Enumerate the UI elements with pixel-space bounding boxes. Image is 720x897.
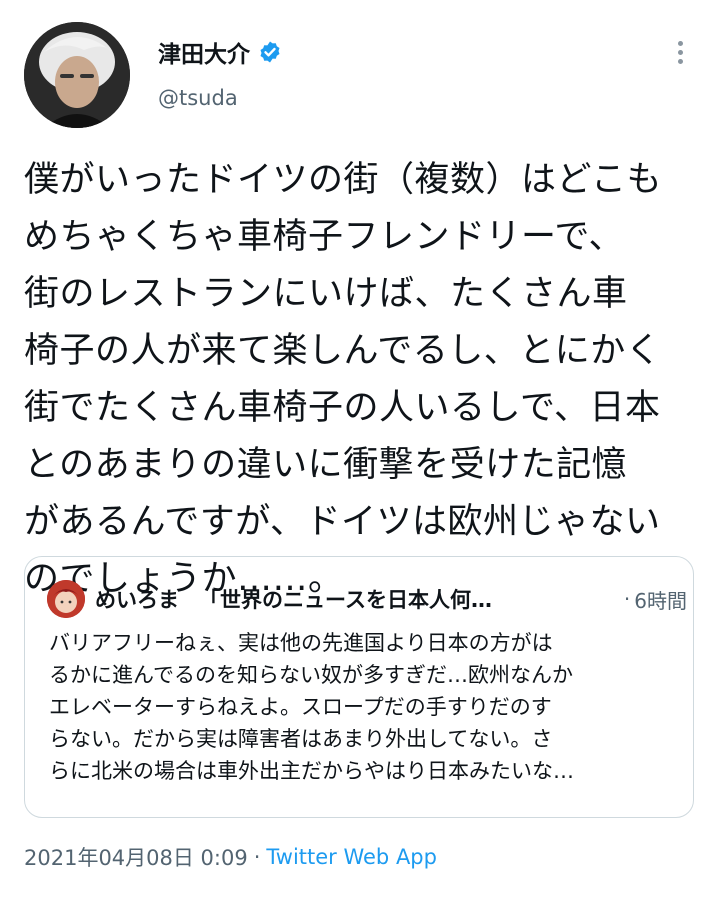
- quoted-separator: ·: [623, 587, 631, 611]
- quoted-author-avatar[interactable]: [47, 580, 85, 618]
- verified-badge-icon: [258, 40, 282, 64]
- tweet-metadata: 2021年04月08日 0:09 · Twitter Web App: [24, 842, 437, 872]
- quoted-text-line: エレベーターすらねえよ。スロープだの手すりだのす: [49, 695, 552, 719]
- author-avatar[interactable]: [24, 22, 130, 128]
- quoted-tweet-header: めいろま 「世界のニュースを日本人何… · 6時間: [47, 579, 687, 619]
- tweet-text-line: 街のレストランにいけば、たくさん車: [24, 274, 628, 314]
- quoted-tweet-text: バリアフリーねぇ、実は他の先進国より日本の方がは るかに進んでるのを知らない奴が…: [49, 627, 689, 787]
- tweet-text-line: めちゃくちゃ車椅子フレンドリーで、: [24, 217, 625, 257]
- author-name[interactable]: 津田大介: [158, 35, 250, 69]
- tweet-source-link[interactable]: Twitter Web App: [266, 845, 437, 869]
- quoted-text-line: るかに進んでるのを知らない奴が多すぎだ…欧州なんか: [49, 663, 573, 687]
- quoted-text-line: らない。だから実は障害者はあまり外出してない。さ: [49, 727, 553, 751]
- quoted-author-name[interactable]: めいろま: [95, 584, 179, 614]
- tweet-text: 僕がいったドイツの街（複数）はどこも めちゃくちゃ車椅子フレンドリーで、 街のレ…: [24, 152, 704, 608]
- author-name-row: 津田大介: [158, 36, 282, 68]
- tweet-text-line: 椅子の人が来て楽しんでるし、とにかく: [24, 331, 662, 371]
- author-handle[interactable]: @tsuda: [158, 86, 238, 110]
- tweet-timestamp[interactable]: 2021年04月08日 0:09: [24, 842, 248, 872]
- quoted-tweet-card[interactable]: めいろま 「世界のニュースを日本人何… · 6時間 バリアフリーねぇ、実は他の先…: [24, 556, 694, 818]
- tweet-header: 津田大介 @tsuda: [0, 0, 720, 140]
- tweet-text-line: 街でたくさん車椅子の人いるしで、日本: [24, 388, 661, 428]
- tweet-text-line: とのあまりの違いに衝撃を受けた記憶: [24, 445, 628, 485]
- metadata-separator: ·: [253, 845, 261, 869]
- more-options-button[interactable]: [665, 36, 695, 68]
- more-vertical-icon: [677, 40, 683, 46]
- tweet-text-line: 僕がいったドイツの街（複数）はどこも: [24, 160, 662, 200]
- quoted-timestamp[interactable]: 6時間: [634, 585, 687, 614]
- quoted-text-line: らに北米の場合は車外出主だからやはり日本みたいな…: [49, 759, 574, 783]
- tweet-text-line: があるんですが、ドイツは欧州じゃない: [24, 502, 661, 542]
- quoted-text-line: バリアフリーねぇ、実は他の先進国より日本の方がは: [49, 631, 553, 655]
- quoted-author-display-title[interactable]: 「世界のニュースを日本人何…: [199, 584, 492, 614]
